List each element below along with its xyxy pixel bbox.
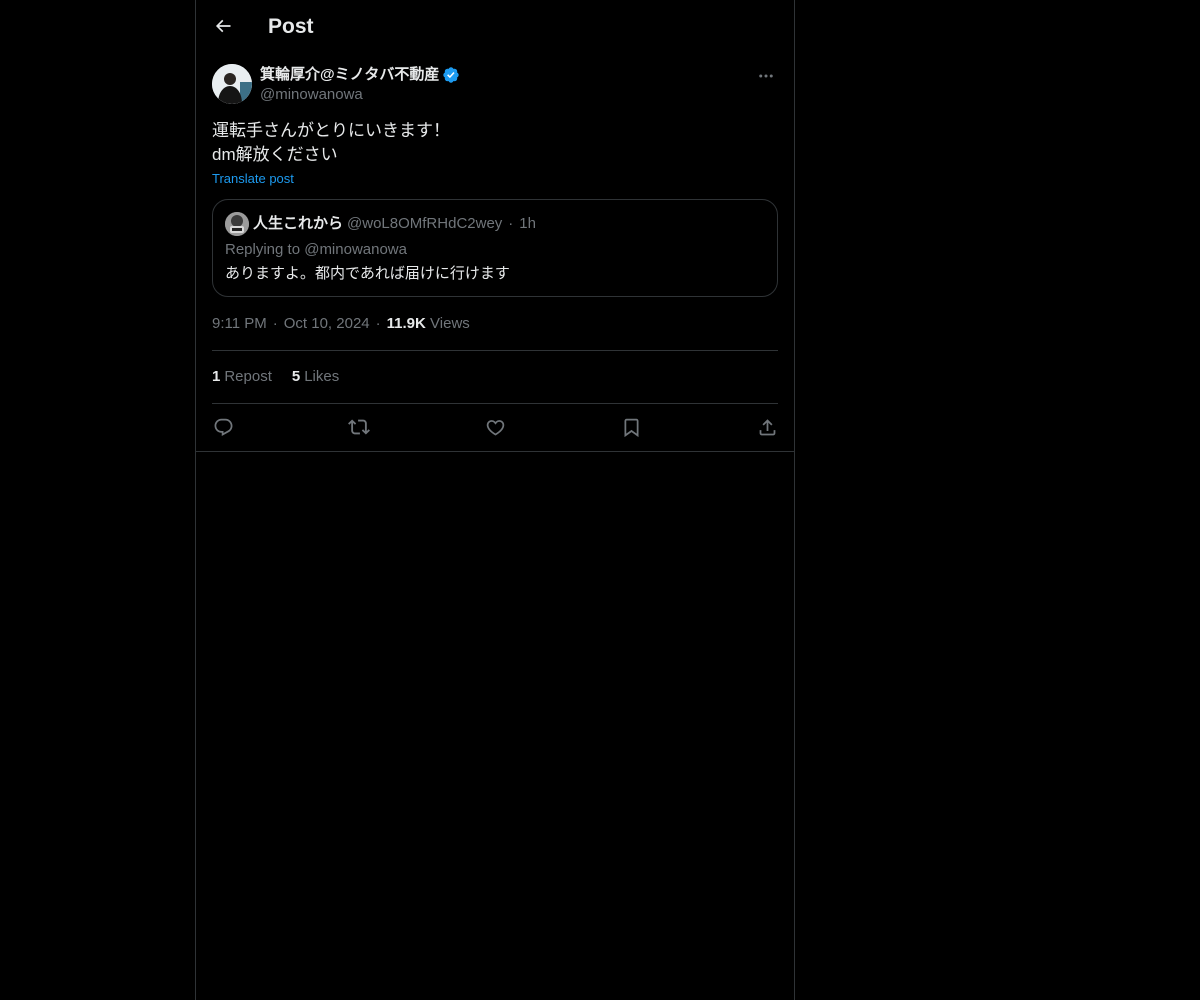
avatar-image bbox=[212, 64, 252, 104]
quote-avatar-image bbox=[225, 212, 249, 236]
back-button[interactable] bbox=[208, 11, 238, 41]
more-options-button[interactable] bbox=[754, 64, 778, 88]
divider bbox=[212, 403, 778, 404]
repost-icon bbox=[348, 419, 370, 435]
separator-dot: · bbox=[508, 215, 514, 232]
author-display-name[interactable]: 箕輪厚介@ミノタバ不動産 bbox=[260, 65, 439, 85]
repost-button[interactable] bbox=[348, 416, 370, 438]
quote-text: ありますよ。都内であれば届けに行けます bbox=[225, 265, 510, 282]
page-title: Post bbox=[268, 15, 314, 38]
reposts-label: Repost bbox=[224, 368, 272, 385]
avatar[interactable] bbox=[212, 64, 252, 104]
post-text-line: dm解放ください bbox=[212, 145, 338, 164]
quote-avatar bbox=[225, 212, 249, 236]
divider bbox=[212, 350, 778, 351]
views-count: 11.9K bbox=[386, 315, 426, 332]
translate-post-link[interactable]: Translate post bbox=[212, 170, 294, 188]
post-detail-column: Post 箕輪厚介@ミノタバ不動産 @minowanowa 運転手さんがとりにい… bbox=[195, 0, 795, 1000]
reposts-count: 1 bbox=[212, 368, 221, 385]
post-actions bbox=[212, 414, 778, 440]
heart-icon bbox=[486, 419, 504, 436]
back-arrow-icon bbox=[215, 19, 231, 33]
post-author: 箕輪厚介@ミノタバ不動産 @minowanowa bbox=[212, 64, 778, 106]
author-name-line: 箕輪厚介@ミノタバ不動産 bbox=[260, 65, 460, 85]
post-date[interactable]: Oct 10, 2024 bbox=[284, 315, 370, 332]
divider bbox=[196, 451, 794, 452]
reply-icon bbox=[214, 418, 232, 436]
verified-badge-icon[interactable] bbox=[442, 66, 460, 84]
share-icon bbox=[759, 418, 775, 435]
reposts-stat[interactable]: 1 Repost bbox=[212, 367, 272, 387]
post-stats: 1 Repost 5 Likes bbox=[212, 367, 359, 387]
quoted-reply-card[interactable]: 人生これから @woL8OMfRHdC2wey · 1h Replying to… bbox=[212, 199, 778, 297]
bookmark-icon bbox=[624, 418, 638, 437]
post-meta: 9:11 PM · Oct 10, 2024 · 11.9K Views bbox=[212, 314, 470, 334]
share-button[interactable] bbox=[756, 416, 778, 438]
post-time[interactable]: 9:11 PM bbox=[212, 315, 267, 332]
replying-to-text: Replying to @minowanowa bbox=[225, 241, 407, 258]
bookmark-button[interactable] bbox=[620, 416, 642, 438]
views-label: Views bbox=[430, 315, 470, 332]
page-header: Post bbox=[196, 0, 794, 53]
more-horizontal-icon bbox=[759, 74, 773, 78]
reply-button[interactable] bbox=[212, 416, 234, 438]
separator-dot: · bbox=[375, 315, 381, 332]
likes-label: Likes bbox=[304, 368, 340, 385]
quote-author-handle: @woL8OMfRHdC2wey bbox=[347, 215, 503, 232]
post-text-line: 運転手さんがとりにいきます！ bbox=[212, 121, 450, 140]
separator-dot: · bbox=[272, 315, 278, 332]
likes-count: 5 bbox=[291, 368, 301, 385]
quote-timestamp: 1h bbox=[519, 215, 536, 232]
author-handle[interactable]: @minowanowa bbox=[260, 85, 363, 105]
post-text: 運転手さんがとりにいきます！ dm解放ください bbox=[212, 119, 778, 167]
quote-author-name: 人生これから bbox=[253, 215, 344, 232]
likes-stat[interactable]: 5 Likes bbox=[292, 367, 339, 387]
quote-header: 人生これから @woL8OMfRHdC2wey · 1h bbox=[225, 212, 536, 236]
like-button[interactable] bbox=[484, 416, 506, 438]
